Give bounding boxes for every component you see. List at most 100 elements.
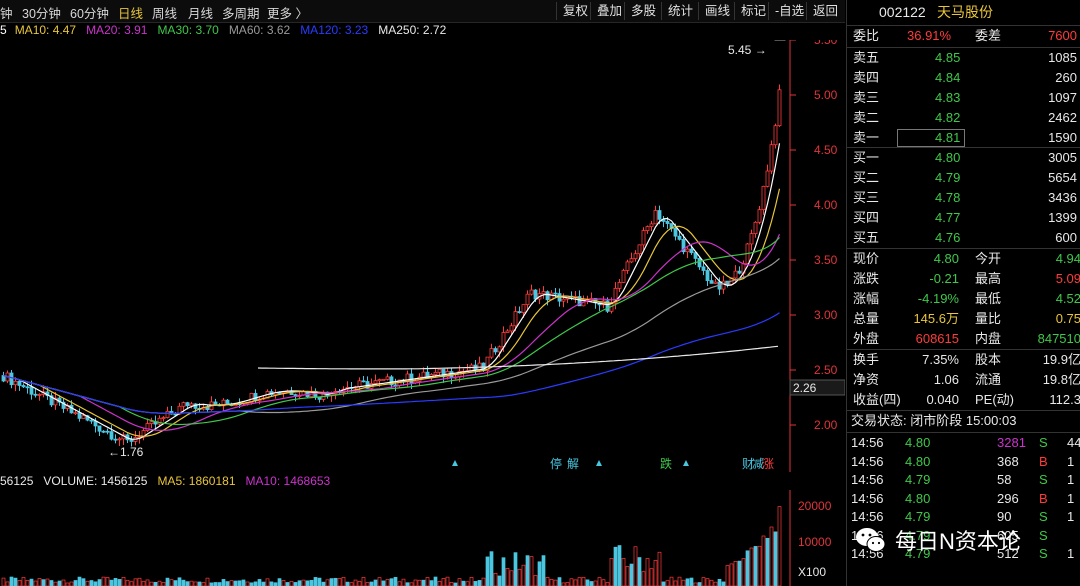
volume-bar	[53, 581, 58, 586]
volume-bar	[165, 577, 170, 586]
volume-bar	[1, 577, 6, 586]
bid-volume: 600	[1055, 230, 1077, 245]
volume-bar	[537, 561, 542, 586]
volume-bar	[553, 579, 558, 586]
fund-label: 流通	[975, 372, 1002, 387]
volume-bar	[713, 581, 718, 586]
tick-volume: 58	[997, 472, 1012, 487]
volume-bar	[29, 578, 34, 586]
volume-bar	[129, 581, 134, 586]
candle-body	[497, 346, 502, 353]
period-tab[interactable]: 钟	[0, 3, 13, 22]
toolbar-button[interactable]: 标记	[734, 2, 772, 20]
bid-price: 4.78	[935, 190, 961, 205]
candle-body	[545, 291, 550, 301]
toolbar-button[interactable]: 统计	[661, 2, 699, 20]
candlestick-chart[interactable]: 5.50 5.00 4.50 4.00 3.50 3.00 2.50 2.00 5.45 → ←1…	[0, 40, 845, 472]
candle-body	[777, 89, 782, 127]
period-tab[interactable]: 60分钟	[70, 3, 109, 22]
candle-body	[765, 170, 770, 187]
toolbar-button[interactable]: -自选	[768, 2, 810, 20]
toolbar-button[interactable]: 复权	[556, 2, 594, 20]
tick-side: S	[1039, 546, 1048, 561]
volume-bar	[329, 578, 334, 586]
bid-price: 4.80	[935, 150, 961, 165]
tick-side: B	[1039, 490, 1048, 506]
volume-bar	[661, 581, 666, 586]
period-tab[interactable]: 30分钟	[22, 3, 61, 22]
volume-bar	[357, 581, 362, 586]
period-tab[interactable]: 月线	[188, 3, 213, 22]
candle-body	[633, 253, 638, 260]
ma-legend-item: MA10: 4.47	[14, 23, 77, 37]
volume-bar	[473, 581, 478, 586]
volume-bar	[685, 578, 690, 586]
volume-chart[interactable]: 20000 10000 X100	[0, 490, 845, 586]
volume-bar	[281, 580, 286, 586]
volume-bar	[705, 578, 710, 586]
volume-bar	[397, 581, 402, 586]
volume-axis-label: 20000	[798, 499, 832, 513]
quote-row: 涨幅 -4.19% 最低 4.52	[847, 289, 1080, 309]
ma-legend-item: MA20: 3.91	[86, 23, 148, 37]
candle-body	[685, 248, 690, 253]
volume-bar	[457, 578, 462, 586]
candle-body	[673, 228, 678, 237]
candle-body	[33, 393, 38, 396]
ma-line	[3, 143, 781, 440]
volume-bar	[389, 578, 394, 586]
volume-bar	[185, 581, 190, 586]
volume-bar	[285, 582, 290, 586]
period-tab[interactable]: 更多 〉	[267, 3, 308, 22]
volume-bar	[485, 556, 490, 586]
period-tab[interactable]: 日线	[118, 3, 143, 22]
event-arrow	[452, 460, 458, 466]
tick-row: 14:56 4.80 296 B 1	[847, 490, 1080, 508]
stock-name[interactable]: 天马股份	[937, 0, 993, 24]
toolbar-button[interactable]: 画线	[698, 2, 736, 20]
volume-bar	[337, 578, 342, 586]
quote-value: -4.19%	[917, 291, 959, 306]
candle-body	[161, 417, 166, 419]
toolbar-button[interactable]: 多股	[624, 2, 662, 20]
candle-body	[205, 407, 210, 411]
volume-bar	[601, 579, 606, 586]
volume-bar	[73, 580, 78, 586]
toolbar-button[interactable]: 返回	[806, 2, 844, 20]
ask-label: 卖三	[853, 90, 880, 105]
volume-bar	[749, 547, 754, 586]
candle-body	[149, 421, 154, 424]
volume-bar	[373, 579, 378, 586]
period-tab[interactable]: 多周期	[222, 3, 260, 22]
volume-bar	[353, 579, 358, 586]
tick-extra: 1	[1067, 490, 1075, 506]
quote-row: 总量 145.6万 量比 0.75	[847, 309, 1080, 329]
candle-body	[13, 380, 18, 386]
candle-body	[757, 209, 762, 223]
fund-label: 净资	[853, 372, 880, 387]
fundamentals-row: 收益(四) 0.040 PE(动) 112.3	[847, 390, 1080, 410]
candle-body	[225, 399, 230, 405]
period-tab[interactable]: 周线	[152, 3, 177, 22]
candle-body	[37, 394, 42, 396]
bid-volume: 5654	[1048, 170, 1077, 185]
volume-bar	[113, 578, 118, 586]
bid-row: 买四 4.77 1399	[847, 208, 1080, 228]
volume-bar	[773, 531, 778, 586]
candle-body	[513, 311, 518, 327]
bid-row: 买三 4.78 3436	[847, 188, 1080, 208]
ask-row: 卖二 4.82 2462	[847, 108, 1080, 128]
volume-bar	[305, 580, 310, 586]
volume-bar	[413, 579, 418, 586]
volume-bar	[477, 580, 482, 586]
quote-label: 最低	[975, 291, 1002, 306]
candle-body	[629, 258, 634, 263]
selected-price-box[interactable]	[897, 129, 965, 147]
volume-bar	[417, 579, 422, 586]
toolbar-button[interactable]: 叠加	[590, 2, 628, 20]
volume-bar	[309, 579, 314, 586]
volume-bar	[697, 582, 702, 586]
volume-bar	[577, 577, 582, 586]
tick-time: 14:56	[851, 472, 884, 487]
volume-bar	[569, 578, 574, 586]
